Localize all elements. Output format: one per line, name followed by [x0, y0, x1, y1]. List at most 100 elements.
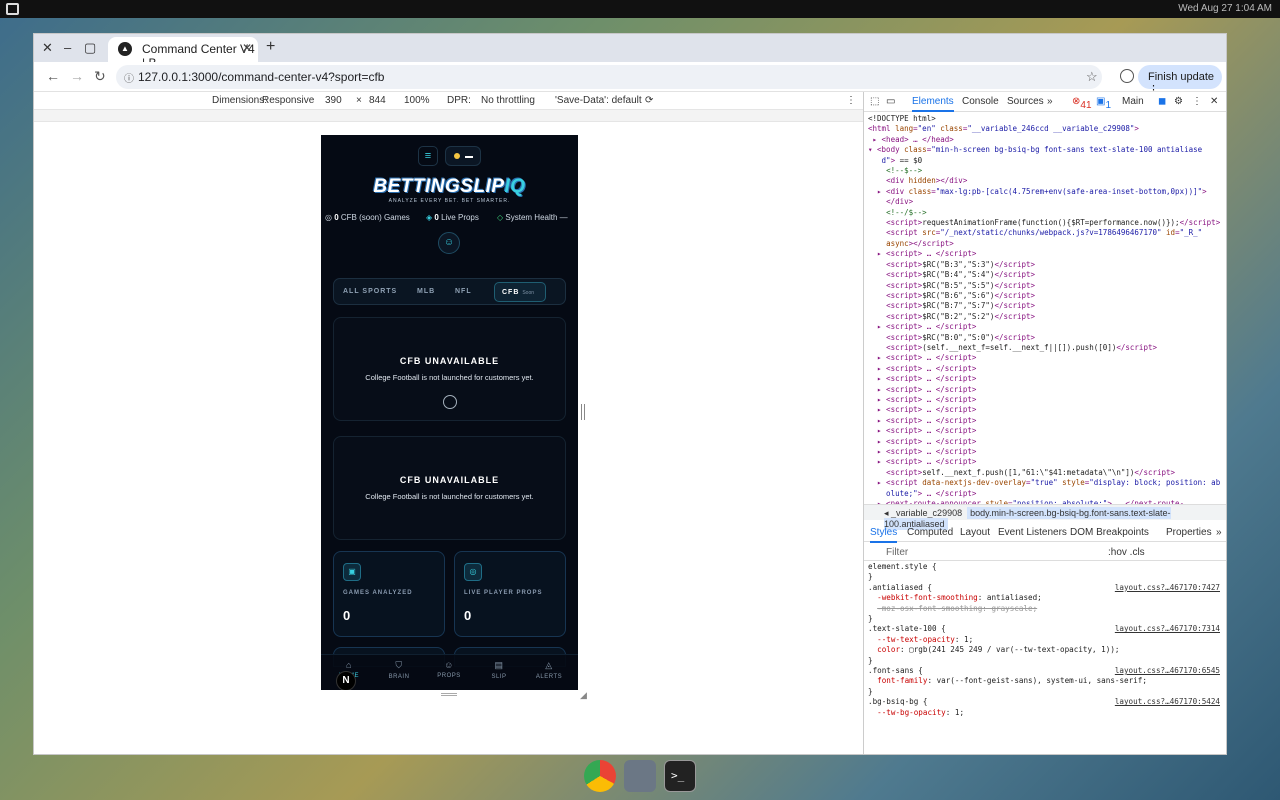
height-input[interactable]: 844 [369, 95, 386, 106]
devtools-tabs: ⬚ ▭ Elements Console Sources » ⊗ 41 ▣ 1 … [864, 92, 1226, 112]
app-launcher-icon[interactable] [624, 760, 656, 792]
close-devtools-icon[interactable]: ✕ [1210, 96, 1218, 107]
minimize-icon[interactable]: – [64, 40, 71, 55]
tab-properties[interactable]: Properties [1166, 527, 1212, 538]
site-info-icon[interactable]: ⓘ [124, 70, 134, 85]
props-count: 0 [434, 213, 439, 222]
metric-live-player-props[interactable]: ◎ LIVE PLAYER PROPS 0 [454, 551, 566, 637]
device-mode-icon[interactable]: ▭ [886, 96, 895, 107]
tab-elements[interactable]: Elements [912, 96, 954, 112]
message-count[interactable]: ▣ 1 [1096, 96, 1111, 111]
tab-styles[interactable]: Styles [870, 527, 898, 543]
more-tabs-icon[interactable]: » [1047, 96, 1053, 107]
more-options-icon[interactable]: ⋮ [846, 95, 856, 106]
forward-icon[interactable]: → [70, 68, 84, 84]
styles-filter-input[interactable]: Filter :hov .cls [864, 543, 1226, 561]
card-text: College Football is not launched for cus… [365, 373, 534, 382]
app-viewport: ≡ BETTINGSLIPIQ ANALYZE EVERY BET. BET S… [321, 135, 578, 690]
props-stat: ◈ 0 Live Props [426, 213, 479, 222]
dom-tree[interactable]: <!DOCTYPE html> <html lang="en" class="_… [868, 114, 1220, 504]
brand-main-text: BETTINGSLIP [373, 176, 505, 197]
tab-layout[interactable]: Layout [960, 527, 990, 538]
cfb-unavailable-card: CFB UNAVAILABLE College Football is not … [333, 317, 566, 421]
chrome-icon[interactable] [584, 760, 616, 792]
shield-icon: ◇ [497, 213, 504, 222]
metric-games-analyzed[interactable]: ▣ GAMES ANALYZED 0 [333, 551, 445, 637]
props-label: Live Props [441, 213, 479, 222]
more-style-tabs-icon[interactable]: » [1216, 527, 1222, 538]
ai-assist-icon[interactable]: ◼ [1158, 96, 1166, 107]
target-icon: ◎ [464, 563, 482, 581]
os-top-bar: Wed Aug 27 1:04 AM [0, 0, 1280, 18]
status-dash-icon [465, 156, 473, 158]
device-toolbar: Dimensions: Responsive 390 × 844 100% DP… [34, 92, 863, 110]
profile-icon[interactable] [1120, 69, 1134, 83]
home-icon: ⌂ [346, 660, 352, 670]
metric-value: 0 [343, 608, 351, 623]
new-tab-icon[interactable]: + [266, 38, 275, 56]
times-icon: × [356, 95, 362, 106]
nav-slip[interactable]: ▤ SLIP [474, 660, 524, 680]
menu-icon[interactable]: ≡ [418, 146, 438, 166]
metric-label: GAMES ANALYZED [343, 590, 413, 596]
nextjs-dev-badge-icon[interactable]: N [336, 671, 356, 690]
os-clock[interactable]: Wed Aug 27 1:04 AM [1178, 3, 1272, 14]
close-window-icon[interactable]: ✕ [42, 40, 53, 56]
loading-spinner-icon [443, 395, 457, 409]
brand-logo[interactable]: BETTINGSLIPIQ [321, 176, 578, 198]
nav-props[interactable]: ☺ PROPS [424, 660, 474, 679]
finish-update-button[interactable]: Finish update ⋮ [1138, 65, 1222, 96]
css-rules[interactable]: element.style { } .antialiased {layout.c… [868, 562, 1220, 752]
tab-all-sports[interactable]: ALL SPORTS [343, 288, 397, 295]
zoom-select[interactable]: 100% [404, 95, 430, 106]
throttling-select[interactable]: No throttling [481, 95, 535, 106]
nav-alerts[interactable]: ◬ ALERTS [524, 660, 574, 680]
filter-placeholder: Filter [886, 547, 909, 558]
tab-nfl[interactable]: NFL [455, 288, 472, 295]
user-avatar-icon[interactable]: ☺ [438, 232, 460, 254]
inspect-icon[interactable]: ⬚ [870, 96, 879, 107]
rotate-icon[interactable]: ⟳ [645, 95, 653, 106]
status-dot-icon [454, 153, 460, 159]
bottom-nav: ⌂HOME ⛉BRAIN ☺PROPS ▤SLIP ◬ALERTS N [321, 654, 578, 690]
tab-computed[interactable]: Computed [907, 527, 953, 538]
address-bar[interactable]: ⓘ 127.0.0.1:3000/command-center-v4?sport… [116, 65, 1102, 89]
back-icon[interactable]: ← [46, 68, 60, 84]
close-tab-icon[interactable]: ✕ [242, 41, 252, 55]
bookmark-star-icon[interactable]: ☆ [1086, 69, 1098, 85]
settings-gear-icon[interactable]: ⚙ [1174, 96, 1183, 107]
breadcrumb-prefix[interactable]: _variable_c29908 [891, 508, 962, 518]
resize-handle-side[interactable] [581, 404, 585, 420]
error-count[interactable]: ⊗ 41 [1072, 96, 1092, 111]
card-title: CFB UNAVAILABLE [399, 356, 500, 366]
save-data-select[interactable]: 'Save-Data': default [555, 95, 642, 106]
tab-dom-breakpoints[interactable]: DOM Breakpoints [1070, 527, 1149, 538]
tab-favicon-icon: ▲ [118, 42, 132, 56]
soon-badge: Soon [522, 290, 535, 296]
maximize-icon[interactable]: ▢ [84, 40, 96, 56]
reload-icon[interactable]: ↻ [94, 68, 106, 85]
media-query-bar [34, 110, 863, 122]
tab-sources[interactable]: Sources [1007, 96, 1044, 107]
filter-flags[interactable]: :hov .cls [1108, 547, 1145, 558]
width-input[interactable]: 390 [325, 95, 342, 106]
tab-mlb[interactable]: MLB [417, 288, 435, 295]
tab-cfb[interactable]: CFB Soon [494, 282, 546, 302]
terminal-icon[interactable]: >_ [664, 760, 696, 792]
nav-brain[interactable]: ⛉ BRAIN [374, 660, 424, 680]
dom-breadcrumb[interactable]: ◂ _variable_c29908 body.min-h-screen.bg-… [864, 504, 1226, 530]
browser-tab[interactable]: ▲ Command Center V4 | B ✕ [108, 37, 258, 70]
nav-alerts-label: ALERTS [535, 674, 563, 680]
context-select[interactable]: Main [1122, 96, 1144, 107]
dimensions-select[interactable]: Responsive [262, 95, 314, 106]
tab-console[interactable]: Console [962, 96, 999, 107]
nav-slip-label: SLIP [491, 674, 507, 680]
os-logo-icon[interactable] [6, 3, 19, 15]
status-toggle[interactable] [445, 146, 481, 166]
tab-event-listeners[interactable]: Event Listeners [998, 527, 1067, 538]
resize-handle-bottom[interactable] [441, 693, 457, 696]
resize-corner-icon[interactable]: ◢ [580, 690, 587, 701]
games-count: 0 [334, 213, 339, 222]
games-stat: ◎ 0 CFB (soon) Games [325, 213, 410, 222]
devtools-menu-icon[interactable]: ⋮ [1192, 96, 1202, 107]
